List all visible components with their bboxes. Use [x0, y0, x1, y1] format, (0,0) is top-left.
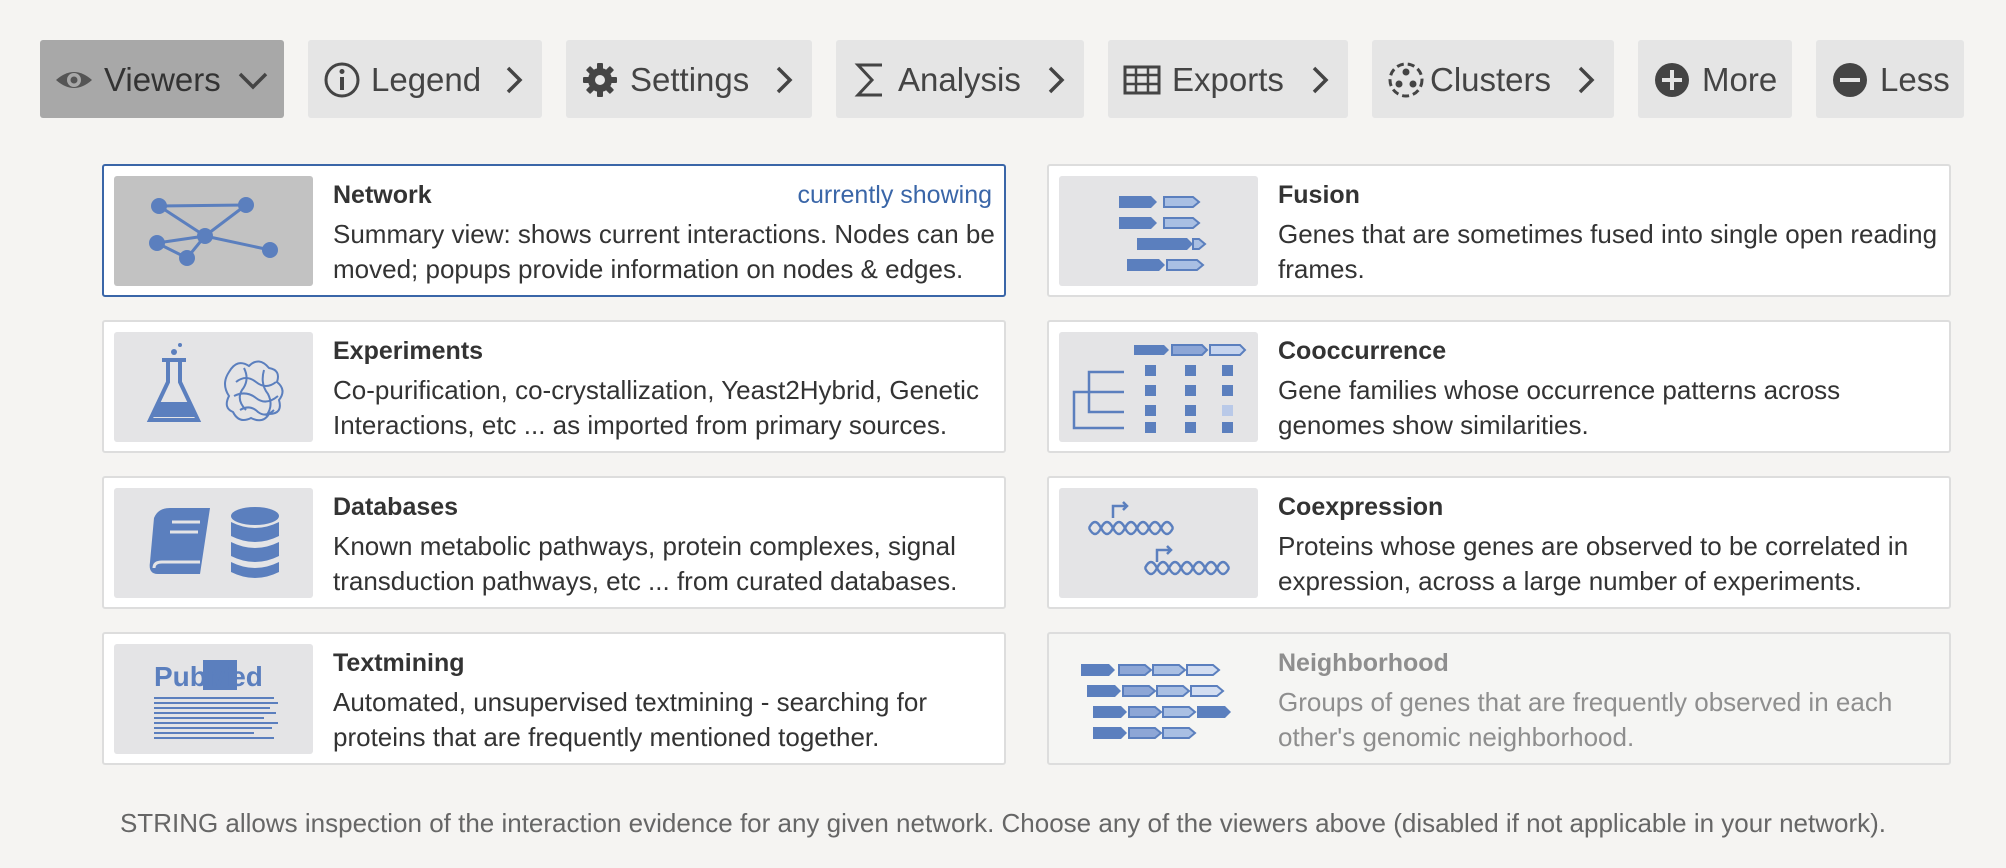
viewer-title: Network — [333, 181, 432, 209]
legend-button[interactable]: Legend — [308, 40, 542, 118]
book-database-icon — [114, 488, 313, 598]
viewer-title: Databases — [333, 493, 459, 521]
viewers-footer-note: STRING allows inspection of the interact… — [119, 808, 1887, 838]
viewer-card-coexpression[interactable]: Coexpression Proteins whose genes are ob… — [1047, 476, 1951, 609]
analysis-button-label: Analysis — [898, 61, 1021, 98]
less-button[interactable]: Less — [1816, 40, 1964, 118]
chevron-right-icon — [776, 66, 793, 94]
viewer-title: Coexpression — [1278, 493, 1444, 521]
table-icon — [1123, 65, 1161, 95]
currently-showing-label: currently showing — [797, 181, 992, 209]
viewer-description: Automated, unsupervised textmining - sea… — [333, 687, 927, 752]
toolbar: Viewers Legend Settings Analysis Exports… — [0, 0, 2006, 120]
viewer-title: Fusion — [1278, 181, 1360, 209]
gear-icon — [583, 63, 617, 97]
chevron-right-icon — [1048, 66, 1065, 94]
dna-expression-icon — [1059, 488, 1258, 598]
viewer-description: Co-purification, co-crystallization, Yea… — [333, 375, 979, 440]
settings-button-label: Settings — [630, 61, 750, 98]
viewer-card-databases[interactable]: Databases Known metabolic pathways, prot… — [102, 476, 1006, 609]
plus-circle-icon — [1655, 63, 1689, 97]
pubmed-logo-text: PubMed — [154, 661, 263, 692]
viewer-title: Neighborhood — [1278, 649, 1449, 677]
gene-neighborhood-icon — [1059, 644, 1258, 754]
viewer-description: Known metabolic pathways, protein comple… — [333, 531, 958, 596]
viewer-title: Experiments — [333, 337, 484, 365]
clusters-button-label: Clusters — [1430, 61, 1552, 98]
viewer-description: Genes that are sometimes fused into sing… — [1278, 219, 1938, 284]
viewer-card-neighborhood: Neighborhood Groups of genes that are fr… — [1047, 632, 1951, 765]
chevron-right-icon — [1312, 66, 1329, 94]
settings-button[interactable]: Settings — [566, 40, 812, 118]
viewer-card-network[interactable]: Network currently showing Summary view: … — [102, 164, 1006, 297]
viewer-description: Proteins whose genes are observed to be … — [1278, 531, 1909, 596]
gene-fusion-icon — [1059, 176, 1258, 286]
viewers-button[interactable]: Viewers — [40, 40, 284, 118]
info-icon — [324, 62, 360, 98]
exports-button[interactable]: Exports — [1108, 40, 1348, 118]
chevron-right-icon — [506, 66, 523, 94]
less-button-label: Less — [1880, 61, 1950, 98]
analysis-button[interactable]: Analysis — [836, 40, 1084, 118]
viewer-description: Summary view: shows current interactions… — [333, 219, 995, 284]
more-button-label: More — [1702, 61, 1778, 98]
chevron-right-icon — [1578, 66, 1595, 94]
viewer-card-cooccurrence[interactable]: Cooccurrence Gene families whose occurre… — [1047, 320, 1951, 453]
network-graph-icon — [114, 176, 313, 286]
sigma-icon — [854, 63, 882, 97]
viewer-title: Cooccurrence — [1278, 337, 1447, 365]
chevron-down-icon — [238, 72, 268, 90]
viewer-title: Textmining — [333, 649, 465, 677]
viewer-card-fusion[interactable]: Fusion Genes that are sometimes fused in… — [1047, 164, 1951, 297]
viewer-card-experiments[interactable]: Experiments Co-purification, co-crystall… — [102, 320, 1006, 453]
phylogenetic-matrix-icon — [1059, 332, 1258, 442]
viewer-card-textmining[interactable]: PubMed Textmining Automated, unsupervise… — [102, 632, 1006, 765]
viewer-description: Gene families whose occurrence patterns … — [1278, 375, 1841, 440]
flask-protein-icon — [114, 332, 313, 442]
legend-button-label: Legend — [371, 61, 482, 98]
eye-icon — [56, 72, 92, 88]
clusters-button[interactable]: Clusters — [1372, 40, 1614, 118]
viewer-description: Groups of genes that are frequently obse… — [1278, 687, 1893, 752]
viewers-button-label: Viewers — [104, 61, 221, 98]
pubmed-logo-icon: PubMed — [114, 644, 313, 754]
clusters-icon — [1388, 62, 1424, 98]
exports-button-label: Exports — [1172, 61, 1284, 98]
more-button[interactable]: More — [1638, 40, 1792, 118]
minus-circle-icon — [1833, 63, 1867, 97]
